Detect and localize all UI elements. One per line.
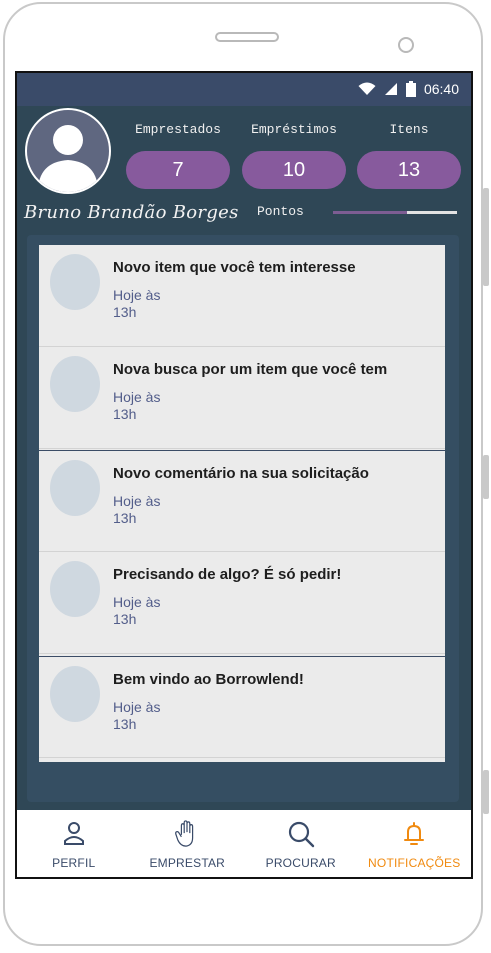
notification-thumbnail [50,460,100,516]
profile-header: Bruno Brandão Borges Emprestados Emprést… [17,106,471,233]
stat-label-itens: Itens [389,122,429,137]
stat-itens-count[interactable]: 13 [357,151,461,189]
notification-title: Novo item que você tem interesse [113,259,356,276]
nav-procurar[interactable]: PROCURAR [244,810,358,877]
status-time: 06:40 [423,81,459,97]
nav-emprestar-label: EMPRESTAR [149,856,226,870]
bell-icon [404,822,425,845]
person-icon [63,822,84,845]
notification-title: Bem vindo ao Borrowlend! [113,671,304,688]
power-button [483,455,489,499]
notification-time: Hoje às 13h [113,389,161,422]
stat-emprestados-count[interactable]: 7 [126,151,230,189]
notification-list: Novo item que você tem interesse Hoje às… [39,245,445,762]
user-avatar-icon[interactable] [25,108,111,194]
notification-title: Nova busca por um item que você tem [113,361,388,378]
notification-time: Hoje às 13h [113,699,161,732]
notification-item[interactable]: Precisando de algo? É só pedir! Hoje às 1… [39,552,445,654]
stat-label-emprestimos: Empréstimos [251,122,337,137]
app-screen: 06:40 Bruno Brandão Borges Emprestados E… [15,71,473,879]
notifications-panel: Novo item que você tem interesse Hoje às… [27,235,459,802]
signal-icon [384,83,397,95]
notification-item[interactable]: Novo item que você tem interesse Hoje às… [39,245,445,347]
points-progress-fill [407,211,457,214]
battery-icon [405,81,416,97]
notification-item[interactable]: Nova busca por um item que você tem Hoje… [39,347,445,449]
points-progress-bar [333,211,457,214]
side-button [483,770,489,814]
speaker-grille [215,32,279,42]
bottom-navigation: PERFIL EMPRESTAR PROCURAR NOTIFICAÇÕES [17,810,471,877]
notification-thumbnail [50,561,100,617]
notification-thumbnail [50,254,100,310]
nav-perfil[interactable]: PERFIL [17,810,131,877]
notification-item[interactable]: Novo comentário na sua solicitação Hoje … [39,450,445,552]
notification-time: Hoje às 13h [113,287,161,320]
nav-emprestar[interactable]: EMPRESTAR [131,810,245,877]
front-camera [398,37,414,53]
notification-time: Hoje às 13h [113,493,161,526]
notification-thumbnail [50,356,100,412]
nav-perfil-label: PERFIL [52,856,96,870]
nav-procurar-label: PROCURAR [265,856,336,870]
nav-notificacoes-label: NOTIFICAÇÕES [368,856,461,870]
notification-title: Precisando de algo? É só pedir! [113,566,342,583]
notification-time: Hoje às 13h [113,594,161,627]
stat-label-emprestados: Emprestados [135,122,221,137]
stat-emprestimos-count[interactable]: 10 [242,151,346,189]
wifi-icon [358,82,376,95]
search-icon [288,821,314,848]
notification-thumbnail [50,666,100,722]
nav-notificacoes[interactable]: NOTIFICAÇÕES [358,810,472,877]
hand-icon [175,820,194,847]
notification-item[interactable]: Bem vindo ao Borrowlend! Hoje às 13h [39,656,445,758]
notification-title: Novo comentário na sua solicitação [113,465,369,482]
status-bar: 06:40 [17,73,471,106]
points-label: Pontos [257,204,304,219]
volume-button [483,188,489,286]
user-name: Bruno Brandão Borges [24,202,239,223]
